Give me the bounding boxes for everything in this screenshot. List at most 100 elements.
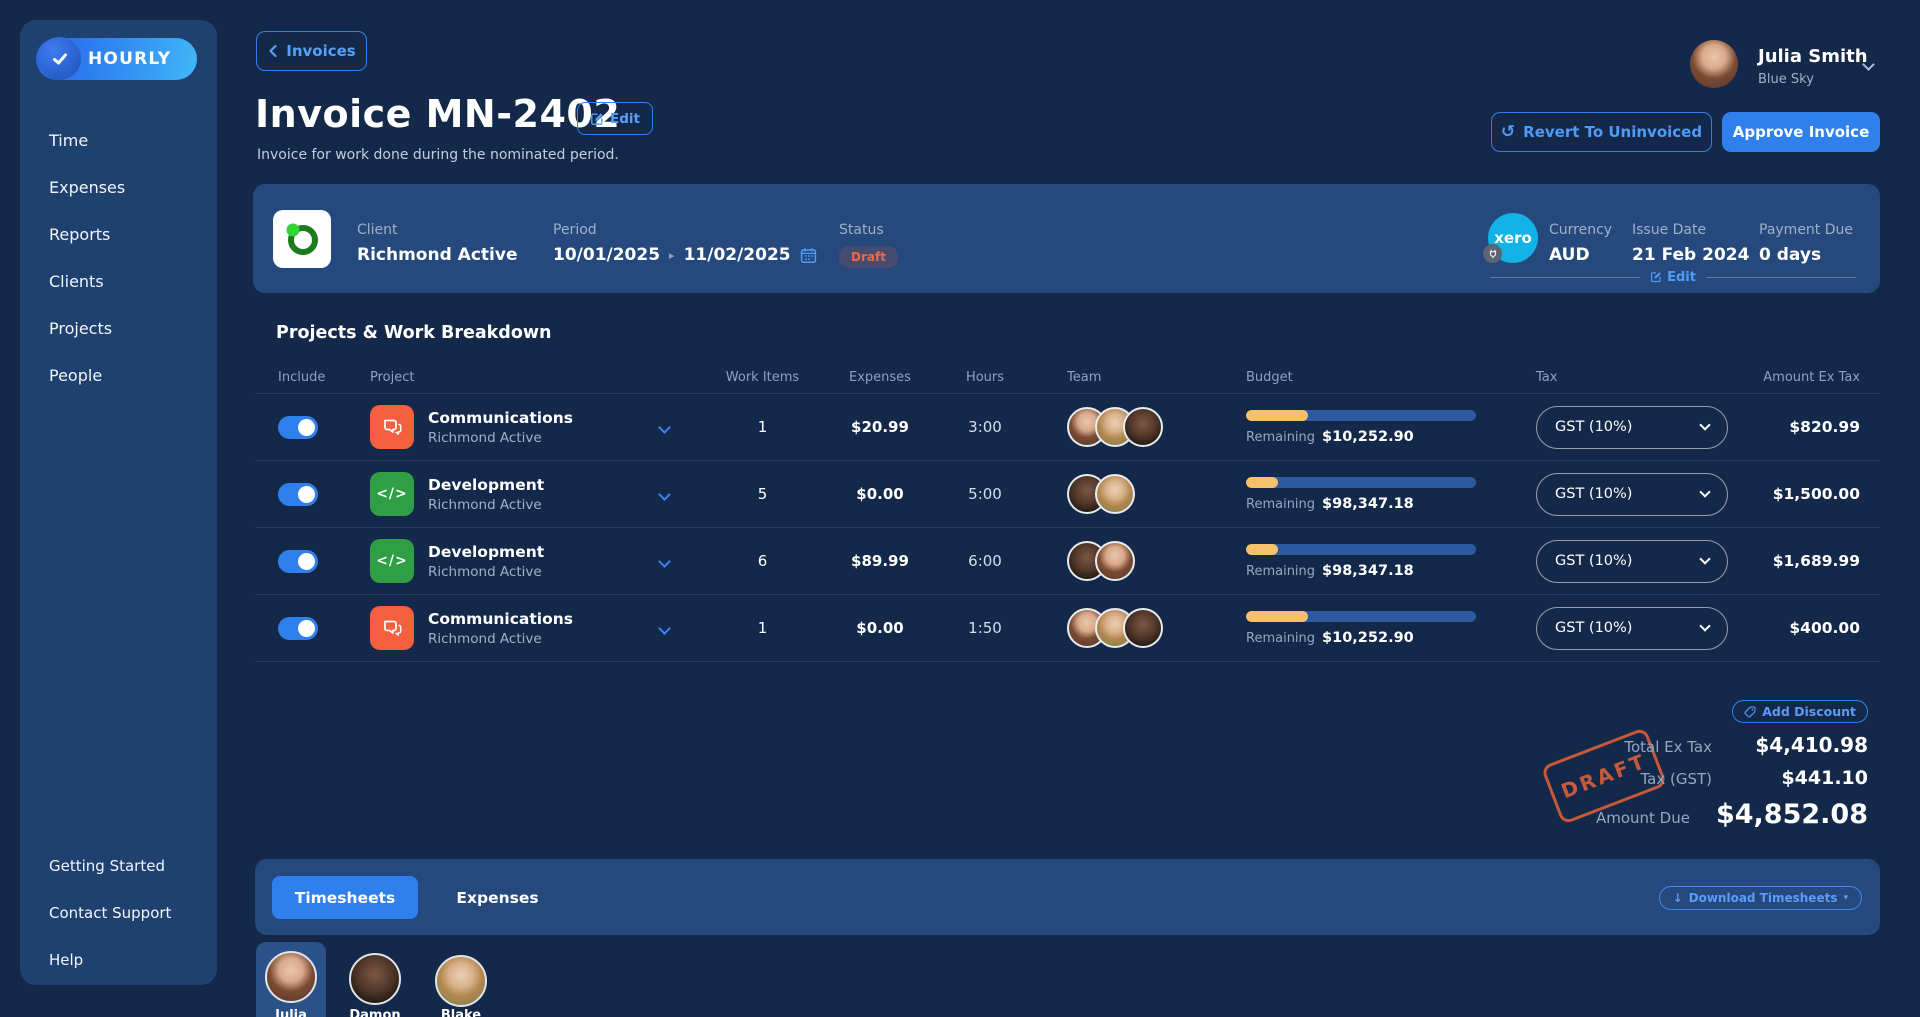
person-avatar[interactable] bbox=[349, 953, 401, 1005]
approve-invoice-button[interactable]: Approve Invoice bbox=[1722, 112, 1880, 152]
chevron-down-icon bbox=[1699, 620, 1711, 632]
calendar-icon[interactable] bbox=[800, 247, 817, 264]
col-work-items: Work Items bbox=[725, 370, 800, 385]
currency-field: Currency AUD bbox=[1549, 222, 1612, 265]
team-avatars bbox=[1035, 608, 1220, 648]
back-button-label: Invoices bbox=[286, 42, 356, 60]
amount-due-row: Amount Due $4,852.08 bbox=[1596, 799, 1868, 830]
tax-row: Tax (GST) $441.10 bbox=[1640, 767, 1868, 789]
divider bbox=[1490, 276, 1641, 278]
project-name: Communications bbox=[428, 408, 573, 427]
project-client: Richmond Active bbox=[428, 496, 542, 513]
code-icon: </> bbox=[370, 472, 414, 516]
table-header-row: Include Project Work Items Expenses Hour… bbox=[255, 362, 1880, 394]
chevron-down-icon bbox=[1699, 419, 1711, 431]
period-label: Period bbox=[553, 222, 597, 238]
caret-down-icon: ▾ bbox=[1843, 893, 1848, 903]
amount-due-value: $4,852.08 bbox=[1715, 799, 1868, 830]
edit-button-label: Edit bbox=[610, 110, 640, 127]
tax-select[interactable]: GST (10%) bbox=[1536, 539, 1728, 583]
back-to-invoices-button[interactable]: Invoices bbox=[256, 31, 367, 71]
avatar bbox=[1095, 541, 1135, 581]
status-badge: Draft bbox=[839, 246, 898, 268]
amount-ex-tax-value: $820.99 bbox=[1789, 418, 1860, 436]
projects-table: Include Project Work Items Expenses Hour… bbox=[255, 362, 1880, 662]
chat-icon bbox=[370, 405, 414, 449]
sidebar-item-help[interactable]: Help bbox=[20, 936, 217, 983]
period-end-date[interactable]: 11/02/2025 bbox=[684, 245, 791, 265]
include-toggle[interactable] bbox=[278, 616, 318, 640]
payment-due-label: Payment Due bbox=[1759, 222, 1854, 238]
sidebar-item-projects[interactable]: Projects bbox=[20, 305, 217, 352]
expenses-value: $20.99 bbox=[851, 418, 909, 436]
revert-to-uninvoiced-button[interactable]: ↺ Revert To Uninvoiced bbox=[1491, 112, 1712, 152]
approve-button-label: Approve Invoice bbox=[1732, 123, 1870, 141]
tax-select[interactable]: GST (10%) bbox=[1536, 405, 1728, 449]
issue-date-field: Issue Date 21 Feb 2024 bbox=[1632, 222, 1749, 265]
chevron-left-icon bbox=[269, 44, 277, 58]
include-toggle[interactable] bbox=[278, 415, 318, 439]
client-label: Client bbox=[357, 222, 398, 238]
col-budget: Budget bbox=[1246, 370, 1293, 385]
budget-progress-bar bbox=[1246, 543, 1476, 555]
col-hours: Hours bbox=[965, 370, 1005, 385]
sidebar-item-expenses[interactable]: Expenses bbox=[20, 164, 217, 211]
budget-cell: Remaining $10,252.90 bbox=[1220, 409, 1490, 445]
project-client: Richmond Active bbox=[428, 563, 542, 580]
avatar bbox=[1095, 474, 1135, 514]
sidebar-item-clients[interactable]: Clients bbox=[20, 258, 217, 305]
clock-check-icon bbox=[38, 37, 81, 80]
person-name: Damon bbox=[349, 1008, 401, 1017]
sidebar-item-time[interactable]: Time bbox=[20, 117, 217, 164]
divider bbox=[1705, 276, 1857, 278]
expenses-value: $0.00 bbox=[856, 619, 904, 637]
issue-date-label: Issue Date bbox=[1632, 222, 1707, 238]
add-discount-button[interactable]: Add Discount bbox=[1732, 700, 1868, 723]
tax-select[interactable]: GST (10%) bbox=[1536, 472, 1728, 516]
download-arrow-icon: ↓ bbox=[1672, 891, 1683, 905]
tax-select[interactable]: GST (10%) bbox=[1536, 606, 1728, 650]
person-avatar[interactable] bbox=[265, 951, 317, 1003]
expand-chevron-down-icon[interactable] bbox=[658, 488, 671, 501]
invoice-info-bar: Client Richmond Active Period 10/01/2025… bbox=[253, 184, 1880, 293]
add-discount-label: Add Discount bbox=[1762, 704, 1856, 719]
period-start-date[interactable]: 10/01/2025 bbox=[553, 245, 660, 265]
project-client: Richmond Active bbox=[428, 630, 542, 647]
total-ex-tax-label: Total Ex Tax bbox=[1624, 738, 1712, 756]
expand-chevron-down-icon[interactable] bbox=[658, 622, 671, 635]
amount-ex-tax-value: $400.00 bbox=[1789, 619, 1860, 637]
budget-progress-bar bbox=[1246, 610, 1476, 622]
edit-invoice-details-link[interactable]: Edit bbox=[1650, 270, 1696, 285]
include-toggle[interactable] bbox=[278, 482, 318, 506]
tabs-bar: Timesheets Expenses ↓ Download Timesheet… bbox=[255, 859, 1880, 935]
tab-timesheets[interactable]: Timesheets bbox=[272, 876, 418, 919]
budget-progress-bar bbox=[1246, 476, 1476, 488]
hours-value: 5:00 bbox=[968, 485, 1002, 503]
user-avatar[interactable] bbox=[1690, 40, 1738, 88]
expenses-value: $0.00 bbox=[856, 485, 904, 503]
col-include: Include bbox=[278, 370, 326, 385]
remaining-label: Remaining bbox=[1246, 429, 1316, 445]
budget-cell: Remaining $98,347.18 bbox=[1220, 543, 1490, 579]
remaining-label: Remaining bbox=[1246, 630, 1316, 646]
edit-invoice-button[interactable]: Edit bbox=[577, 102, 653, 135]
remaining-value: $98,347.18 bbox=[1322, 495, 1414, 512]
project-client: Richmond Active bbox=[428, 429, 542, 446]
sidebar-item-people[interactable]: People bbox=[20, 352, 217, 399]
tab-expenses[interactable]: Expenses bbox=[435, 876, 560, 919]
include-toggle[interactable] bbox=[278, 549, 318, 573]
expand-chevron-down-icon[interactable] bbox=[658, 421, 671, 434]
sidebar-item-contact-support[interactable]: Contact Support bbox=[20, 889, 217, 936]
work-items-value: 1 bbox=[757, 418, 768, 436]
person-avatar[interactable] bbox=[435, 955, 487, 1007]
tax-select-value: GST (10%) bbox=[1555, 553, 1633, 569]
sidebar-item-reports[interactable]: Reports bbox=[20, 211, 217, 258]
period-field: Period 10/01/2025 ▸ 11/02/2025 bbox=[553, 222, 817, 265]
sidebar-footer: Getting Started Contact Support Help bbox=[20, 842, 217, 983]
amount-due-label: Amount Due bbox=[1595, 809, 1690, 827]
download-timesheets-button[interactable]: ↓ Download Timesheets ▾ bbox=[1658, 886, 1862, 910]
amount-ex-tax-value: $1,500.00 bbox=[1772, 485, 1860, 503]
sidebar-item-getting-started[interactable]: Getting Started bbox=[20, 842, 217, 889]
budget-progress-bar bbox=[1246, 409, 1476, 421]
expand-chevron-down-icon[interactable] bbox=[658, 555, 671, 568]
